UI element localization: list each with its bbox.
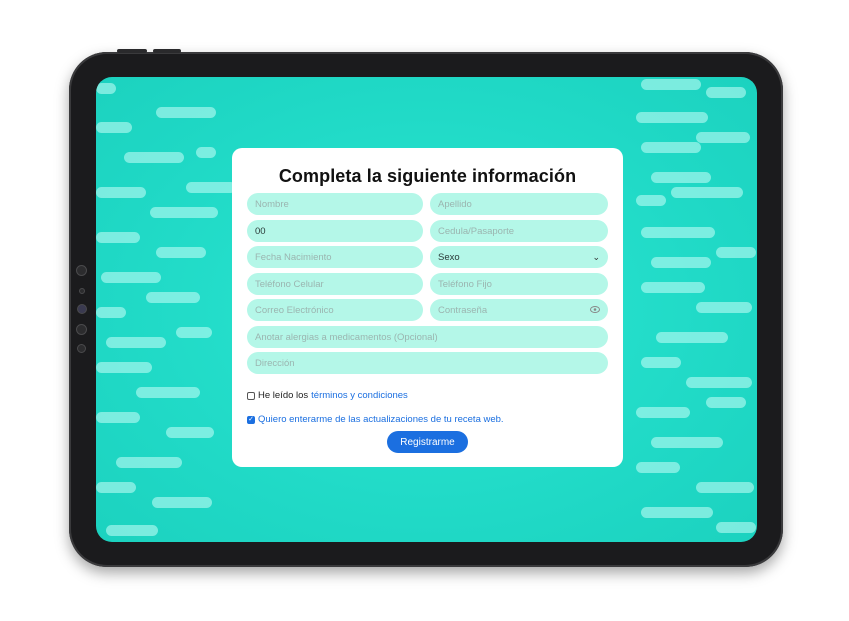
background-stripe <box>106 525 158 536</box>
background-stripe <box>116 457 182 468</box>
background-stripe <box>96 412 140 423</box>
background-stripe <box>696 302 752 313</box>
alergias-placeholder: Anotar alergias a medicamentos (Opcional… <box>255 331 438 343</box>
background-stripe <box>124 152 184 163</box>
chevron-down-icon: ⌄ <box>592 251 600 262</box>
background-stripe <box>706 397 746 408</box>
volume-button <box>117 49 147 53</box>
background-stripe <box>641 227 715 238</box>
direccion-input[interactable]: Dirección <box>247 352 608 374</box>
background-stripe <box>641 357 681 368</box>
newsletter-checkbox[interactable]: ✓ <box>247 415 255 424</box>
background-stripe <box>671 187 743 198</box>
sexo-selected: Sexo <box>438 251 460 263</box>
fecha-nacimiento-input[interactable]: Fecha Nacimiento <box>247 246 423 268</box>
cedula-input[interactable]: Cedula/Pasaporte <box>430 220 608 242</box>
background-stripe <box>106 337 166 348</box>
background-stripe <box>656 332 728 343</box>
background-stripe <box>96 83 116 94</box>
correo-input[interactable]: Correo Electrónico <box>247 299 423 321</box>
background-stripe <box>101 272 161 283</box>
background-stripe <box>636 462 680 473</box>
terms-link[interactable]: términos y condiciones <box>311 390 408 401</box>
cedula-prefix-value: 00 <box>255 225 266 237</box>
form-title: Completa la siguiente información <box>278 166 577 186</box>
nombre-placeholder: Nombre <box>255 198 289 210</box>
terms-text: He leído los <box>258 390 309 401</box>
background-stripe <box>156 247 206 258</box>
fecha-placeholder: Fecha Nacimiento <box>255 251 332 263</box>
background-stripe <box>641 507 713 518</box>
contrasena-placeholder: Contraseña <box>438 304 488 316</box>
cedula-placeholder: Cedula/Pasaporte <box>438 225 515 237</box>
newsletter-text: Quiero enterarme de las actualizaciones … <box>258 414 504 425</box>
background-stripe <box>156 107 216 118</box>
apellido-placeholder: Apellido <box>438 198 472 210</box>
check-icon: ✓ <box>248 415 254 423</box>
newsletter-row: ✓ Quiero enterarme de las actualizacione… <box>247 414 504 425</box>
background-stripe <box>636 195 666 206</box>
background-stripe <box>716 522 756 533</box>
background-stripe <box>651 437 723 448</box>
direccion-placeholder: Dirección <box>255 357 295 369</box>
contrasena-input[interactable]: Contraseña <box>430 299 608 321</box>
nombre-input[interactable]: Nombre <box>247 193 423 215</box>
background-stripe <box>636 112 708 123</box>
volume-button <box>153 49 181 53</box>
background-stripe <box>641 282 705 293</box>
camera-dot <box>77 344 86 353</box>
background-stripe <box>136 387 200 398</box>
background-stripe <box>716 247 756 258</box>
background-stripe <box>641 79 701 90</box>
terms-checkbox[interactable] <box>247 391 255 400</box>
background-stripe <box>641 142 701 153</box>
alergias-input[interactable]: Anotar alergias a medicamentos (Opcional… <box>247 326 608 348</box>
camera-lens <box>77 304 87 314</box>
eye-icon[interactable] <box>590 305 600 315</box>
background-stripe <box>706 87 746 98</box>
background-stripe <box>146 292 200 303</box>
background-stripe <box>96 232 140 243</box>
registration-card: Completa la siguiente información Nombre… <box>232 148 623 467</box>
terms-row: He leído los términos y condiciones <box>247 390 408 401</box>
background-stripe <box>651 172 711 183</box>
sensor-dot <box>79 288 85 294</box>
background-stripe <box>176 327 212 338</box>
background-stripe <box>96 122 132 133</box>
apellido-input[interactable]: Apellido <box>430 193 608 215</box>
background-stripe <box>96 307 126 318</box>
cedula-prefix-input[interactable]: 00 <box>247 220 423 242</box>
background-stripe <box>696 482 754 493</box>
background-stripe <box>186 182 236 193</box>
background-stripe <box>696 132 750 143</box>
background-stripe <box>686 377 752 388</box>
telefono-fijo-input[interactable]: Teléfono Fijo <box>430 273 608 295</box>
background-stripe <box>96 362 152 373</box>
correo-placeholder: Correo Electrónico <box>255 304 334 316</box>
background-stripe <box>166 427 214 438</box>
background-stripe <box>150 207 218 218</box>
camera-dot <box>76 265 87 276</box>
background-stripe <box>96 482 136 493</box>
sexo-select[interactable]: Sexo ⌄ <box>430 246 608 268</box>
telefono-celular-input[interactable]: Teléfono Celular <box>247 273 423 295</box>
background-stripe <box>152 497 212 508</box>
background-stripe <box>636 407 690 418</box>
register-button[interactable]: Registrarme <box>387 431 468 453</box>
background-stripe <box>196 147 216 158</box>
fijo-placeholder: Teléfono Fijo <box>438 278 492 290</box>
celular-placeholder: Teléfono Celular <box>255 278 324 290</box>
background-stripe <box>96 187 146 198</box>
camera-dot <box>76 324 87 335</box>
background-stripe <box>651 257 711 268</box>
